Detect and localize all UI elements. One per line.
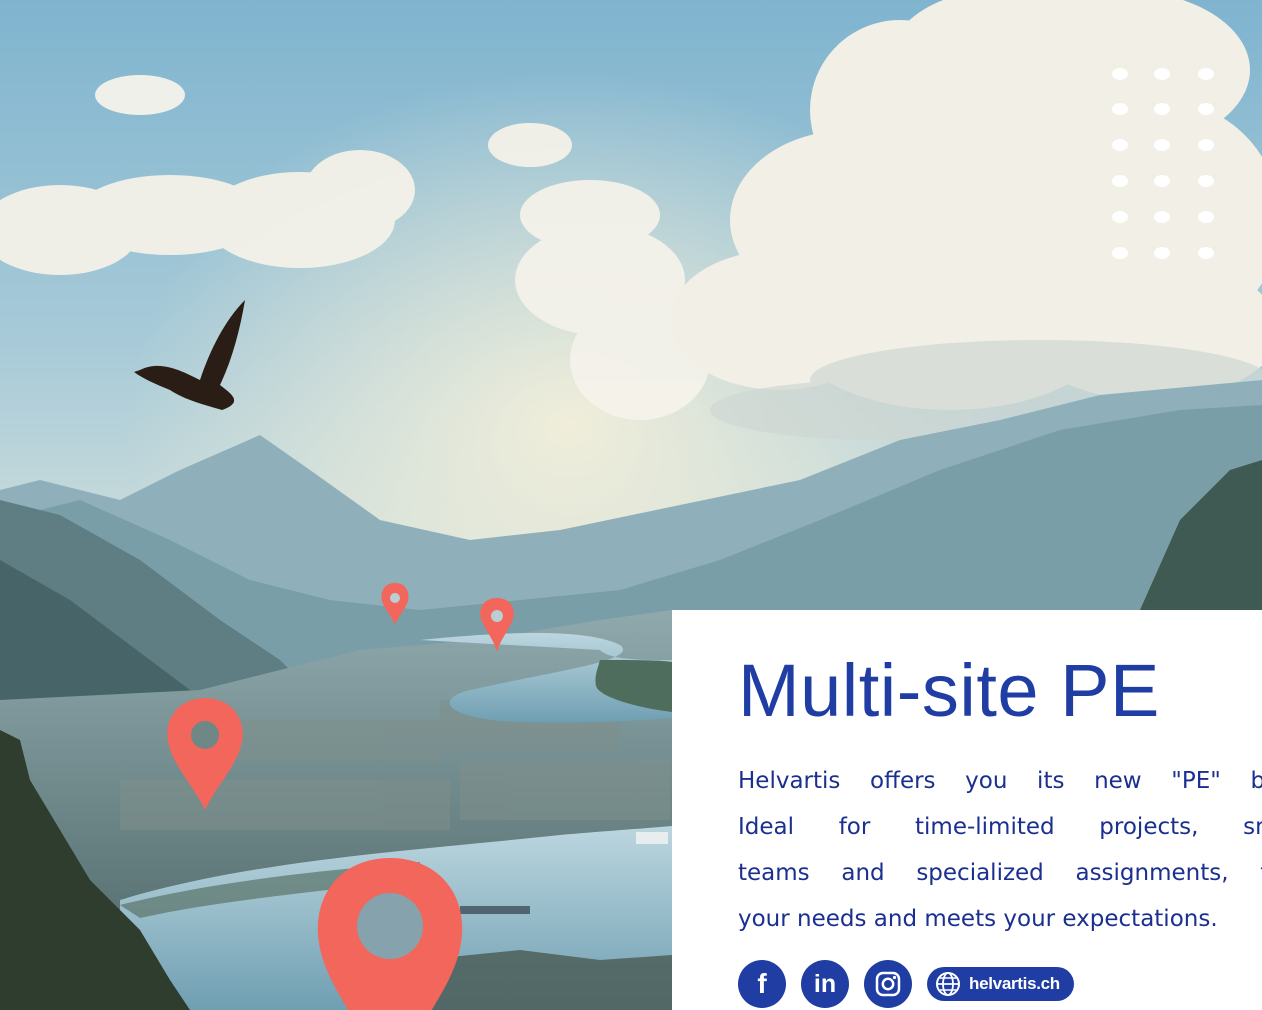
globe-icon [933, 969, 963, 999]
website-link[interactable]: helvartis.ch [927, 967, 1074, 1001]
instagram-glyph [875, 971, 901, 997]
description-line: Ideal for time-limited projects, smal [738, 814, 1262, 840]
facebook-icon[interactable]: f [738, 960, 786, 1008]
linkedin-icon[interactable]: in [801, 960, 849, 1008]
description-line: Helvartis offers you its new "PE" busi [738, 768, 1262, 794]
location-pin-icon [317, 858, 463, 1010]
poster: Multi-site PE Helvartis offers you its n… [0, 0, 1262, 1010]
website-url: helvartis.ch [969, 974, 1060, 993]
description-line: teams and specialized assignments, the [738, 860, 1262, 886]
info-card: Multi-site PE Helvartis offers you its n… [672, 610, 1262, 1010]
facebook-label: f [757, 968, 767, 999]
social-links: f in helvartis.ch [738, 960, 1074, 1008]
instagram-icon[interactable] [864, 960, 912, 1008]
dot-grid-decoration [1106, 60, 1228, 260]
card-description: Helvartis offers you its new "PE" busi I… [738, 758, 1262, 942]
linkedin-label: in [813, 969, 837, 998]
card-title: Multi-site PE [738, 649, 1160, 732]
description-line: your needs and meets your expectations. [738, 906, 1218, 932]
